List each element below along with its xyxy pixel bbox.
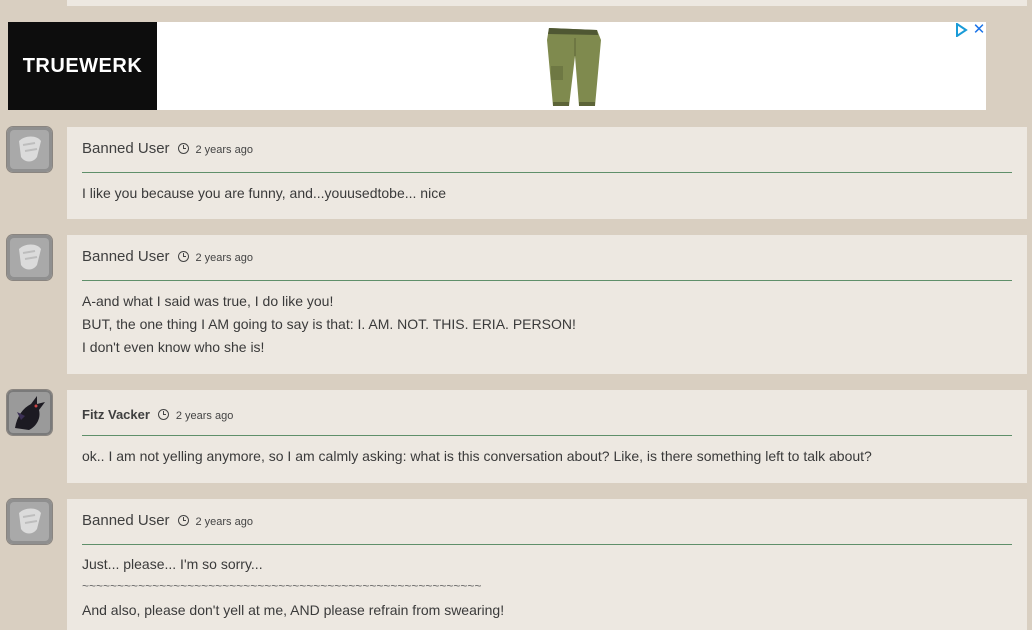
comment-time[interactable]: 2 years ago [195, 516, 252, 528]
comment-header: Banned User 2 years ago [82, 248, 253, 266]
comment-author[interactable]: Banned User [82, 248, 170, 265]
previous-comment-card [67, 0, 1027, 6]
ad-close-icon[interactable]: ✕ [972, 22, 986, 38]
ad-brand-text: TRUEWERK [22, 54, 143, 77]
comment-card: Banned User 2 years ago Just... please..… [67, 499, 1027, 630]
comment-card: Banned User 2 years ago A-and what I sai… [67, 235, 1027, 374]
comment-card: Fitz Vacker 2 years ago ok.. I am not ye… [67, 390, 1027, 483]
ad-banner[interactable]: TRUEWERK ✕ [8, 22, 986, 110]
clock-icon [158, 409, 170, 420]
comment-divider [82, 172, 1012, 173]
comment-divider [82, 544, 1012, 545]
clock-icon [178, 143, 190, 154]
banned-user-avatar-icon[interactable] [7, 499, 52, 544]
comment-time[interactable]: 2 years ago [195, 252, 252, 264]
clock-icon [178, 515, 190, 526]
ad-product-image[interactable] [535, 26, 615, 108]
clock-icon [178, 251, 190, 262]
dragon-avatar-icon[interactable] [7, 390, 52, 435]
comment-text: I like you because you are funny, and...… [82, 185, 446, 201]
comment-text: Just... please... I'm so sorry... [82, 556, 263, 572]
banned-user-avatar-icon[interactable] [7, 127, 52, 172]
comment-divider [82, 280, 1012, 281]
comment-text: ok.. I am not yelling anymore, so I am c… [82, 448, 872, 464]
comment-header: Fitz Vacker 2 years ago [82, 406, 233, 424]
banned-user-avatar-icon[interactable] [7, 235, 52, 280]
comment-card: Banned User 2 years ago I like you becau… [67, 127, 1027, 219]
comment-divider [82, 435, 1012, 436]
comment-text: I don't even know who she is! [82, 339, 265, 355]
comment-text: ~~~~~~~~~~~~~~~~~~~~~~~~~~~~~~~~~~~~~~~~… [82, 579, 482, 593]
ad-brand-logo[interactable]: TRUEWERK [8, 22, 157, 110]
adchoices-triangle-icon[interactable] [954, 23, 968, 37]
comment-text: A-and what I said was true, I do like yo… [82, 293, 334, 309]
comment-time[interactable]: 2 years ago [195, 144, 252, 156]
comment-text: And also, please don't yell at me, AND p… [82, 602, 505, 618]
comment-author[interactable]: Banned User [82, 140, 170, 157]
comment-header: Banned User 2 years ago [82, 512, 253, 530]
comment-text: BUT, the one thing I AM going to say is … [82, 316, 576, 332]
comment-header: Banned User 2 years ago [82, 140, 253, 158]
comment-time[interactable]: 2 years ago [176, 410, 233, 422]
comment-author[interactable]: Banned User [82, 512, 170, 529]
comment-author[interactable]: Fitz Vacker [82, 407, 150, 422]
